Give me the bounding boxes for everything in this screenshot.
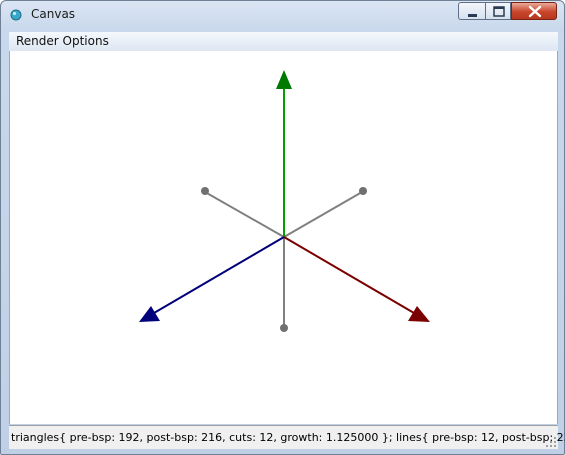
neg-x-axis-line <box>204 191 285 238</box>
menu-render-options[interactable]: Render Options <box>16 34 109 48</box>
x-axis-arrow <box>408 306 430 322</box>
title-bar[interactable]: Canvas <box>1 1 564 29</box>
maximize-button[interactable] <box>485 2 511 20</box>
menu-bar: Render Options <box>9 32 558 52</box>
y-axis-arrow <box>276 70 292 89</box>
minimize-icon <box>468 14 477 17</box>
x-axis-line <box>283 236 415 314</box>
resize-grip-icon[interactable] <box>545 436 557 448</box>
neg-z-axis-line <box>283 191 363 238</box>
maximize-icon <box>493 6 505 17</box>
neg-y-axis-dot <box>280 324 288 332</box>
minimize-button[interactable] <box>458 2 485 20</box>
z-axis-line <box>153 236 285 314</box>
status-bar: triangles{ pre-bsp: 192, post-bsp: 216, … <box>9 425 565 449</box>
neg-x-axis-dot <box>201 187 209 195</box>
axes-gizmo <box>139 70 430 332</box>
render-canvas[interactable] <box>9 51 558 424</box>
canvas-window: Canvas Render Options triangles{pre-bsp… <box>0 0 565 455</box>
app-icon <box>10 9 22 21</box>
close-button[interactable] <box>511 2 557 20</box>
status-text: triangles{ pre-bsp: 192, post-bsp: 216, … <box>11 431 565 444</box>
neg-z-axis-dot <box>359 187 367 195</box>
close-icon <box>528 5 542 18</box>
window-title: Canvas <box>31 7 76 21</box>
z-axis-arrow <box>139 306 160 322</box>
